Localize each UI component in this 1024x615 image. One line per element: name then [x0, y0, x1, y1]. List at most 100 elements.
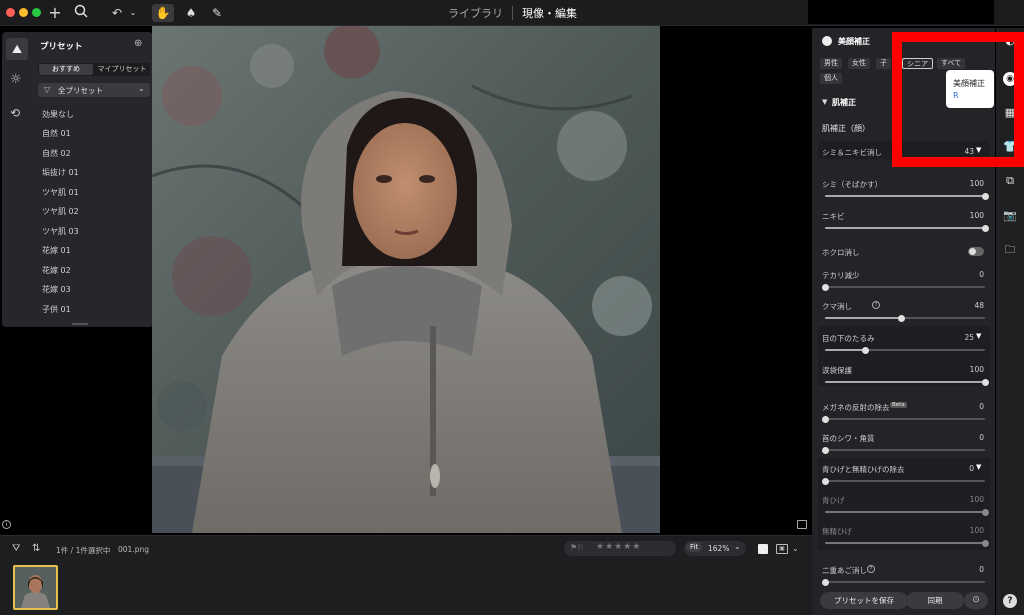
thumbnail-image: [15, 567, 56, 608]
slider-fill: [825, 227, 985, 229]
slider-track[interactable]: [825, 449, 985, 451]
toggle-knob: [969, 248, 976, 255]
slider-handle[interactable]: [981, 539, 989, 547]
window-zoom-button[interactable]: [32, 8, 41, 17]
info-icon[interactable]: i: [2, 520, 11, 529]
preset-item[interactable]: ツヤ肌 01: [42, 187, 79, 198]
folder-settings-icon[interactable]: 🗀: [1003, 243, 1017, 257]
adjust-sun-icon[interactable]: ☼: [10, 72, 22, 87]
preset-panel-title: プリセット: [40, 42, 83, 52]
control-label: シミ（そばかす）: [822, 180, 883, 189]
preset-filter-dropdown[interactable]: ▽ 全プリセット ⌄: [38, 83, 150, 97]
tab-recommended[interactable]: おすすめ: [39, 64, 93, 75]
healing-brush-icon[interactable]: ✎: [208, 4, 226, 22]
sync-settings-icon[interactable]: ⊙: [964, 592, 988, 609]
control-label: 涙袋保護: [822, 366, 852, 375]
tab-my-presets[interactable]: マイプリセット: [95, 64, 149, 75]
chevron-down-icon: ⌄: [138, 84, 145, 93]
preset-mountain-icon[interactable]: ⛰: [6, 38, 28, 60]
stamp-tool-icon[interactable]: ♠: [182, 4, 200, 22]
slider-track[interactable]: [825, 581, 985, 583]
add-preset-icon[interactable]: ⊕: [134, 38, 142, 49]
sort-icon[interactable]: ⇅: [32, 543, 40, 554]
history-icon[interactable]: ⟲: [10, 106, 20, 120]
preset-item[interactable]: 効果なし: [42, 109, 74, 120]
help-icon[interactable]: ?: [1003, 594, 1017, 608]
control-label: 首のシワ・角質: [822, 434, 875, 443]
flag-icon[interactable]: ⚑⚐: [570, 543, 584, 552]
chip-male[interactable]: 男性: [820, 58, 842, 69]
chevron-down-icon[interactable]: ⌄: [792, 544, 799, 553]
preset-tabs: おすすめ マイプリセット: [38, 63, 150, 76]
control-label: 目の下のたるみ: [822, 334, 875, 343]
fit-button[interactable]: Fit: [686, 542, 703, 552]
sync-button[interactable]: 同期: [906, 592, 964, 609]
preset-item[interactable]: 自然 01: [42, 128, 71, 139]
preset-item[interactable]: 花嫁 01: [42, 245, 71, 256]
control-label: シミ＆ニキビ消し: [822, 148, 882, 157]
camera-icon[interactable]: 📷: [1003, 209, 1017, 223]
preset-item[interactable]: 自然 02: [42, 148, 71, 159]
chip-child[interactable]: 子: [876, 58, 891, 69]
preset-item[interactable]: 花嫁 03: [42, 284, 71, 295]
single-view-icon[interactable]: [758, 544, 768, 554]
slider-handle[interactable]: [821, 477, 829, 485]
slider-handle[interactable]: [821, 283, 829, 291]
slider-handle[interactable]: [981, 224, 989, 232]
chip-female[interactable]: 女性: [848, 58, 870, 69]
caret-down-icon[interactable]: ▼: [976, 463, 981, 471]
preset-item[interactable]: ツヤ肌 02: [42, 206, 79, 217]
crop-tool-icon[interactable]: ⧉: [1003, 174, 1017, 188]
preset-item[interactable]: 花嫁 02: [42, 265, 71, 276]
caret-down-icon[interactable]: ▼: [976, 332, 981, 340]
mole-removal-toggle[interactable]: [968, 247, 984, 256]
slider-handle[interactable]: [981, 508, 989, 516]
filter-icon[interactable]: ⛛: [12, 543, 20, 554]
save-preset-button[interactable]: プリセットを保存: [820, 592, 908, 609]
add-icon[interactable]: +: [46, 4, 64, 22]
slider-track[interactable]: [825, 418, 985, 420]
tab-develop-edit[interactable]: 現像・編集: [522, 5, 577, 21]
help-circle-icon[interactable]: ?: [872, 301, 880, 309]
hand-tool-icon[interactable]: ✋: [152, 4, 174, 22]
photo-canvas[interactable]: [152, 26, 660, 533]
zoom-control[interactable]: Fit 162% ⌄: [684, 541, 746, 556]
slider-handle[interactable]: [821, 578, 829, 586]
tab-library[interactable]: ライブラリ: [448, 5, 503, 21]
slider-track[interactable]: [825, 480, 985, 482]
section-caret-icon[interactable]: ▼: [822, 98, 827, 106]
scroll-indicator[interactable]: [72, 323, 88, 325]
search-icon[interactable]: [72, 4, 90, 22]
control-label: 無精ひげ: [822, 527, 852, 536]
window-close-button[interactable]: [6, 8, 15, 17]
slider-handle[interactable]: [981, 378, 989, 386]
control-row: 無精ひげ 100: [812, 524, 995, 552]
preset-item[interactable]: ツヤ肌 03: [42, 226, 79, 237]
preset-item[interactable]: 子供 01: [42, 304, 71, 315]
control-row: 目の下のたるみ 25 ▼: [812, 331, 995, 359]
control-value: 100: [969, 179, 984, 188]
star-rating-icon[interactable]: ★★★★★: [596, 542, 641, 552]
control-label: メガネの反射の除去: [822, 403, 890, 412]
slider-handle[interactable]: [861, 346, 869, 354]
slider-track[interactable]: [825, 286, 985, 288]
control-row: 涙袋保護 100: [812, 363, 995, 391]
control-row: ニキビ 100: [812, 209, 995, 237]
book-view-icon[interactable]: [797, 520, 807, 529]
slider-handle[interactable]: [821, 415, 829, 423]
chip-individual[interactable]: 個人: [820, 73, 842, 84]
control-row: クマ消し 48: [812, 299, 995, 327]
slider-handle[interactable]: [821, 446, 829, 454]
slider-handle[interactable]: [981, 192, 989, 200]
control-label: ニキビ: [822, 212, 845, 221]
slider-handle[interactable]: [898, 314, 906, 322]
selection-count: 1件 / 1件選択中: [56, 546, 111, 555]
compare-view-icon[interactable]: ▣: [776, 544, 788, 554]
help-circle-icon[interactable]: ?: [867, 565, 875, 573]
thumbnail[interactable]: [13, 565, 58, 610]
control-value: 48: [974, 301, 984, 310]
window-minimize-button[interactable]: [19, 8, 28, 17]
section-title[interactable]: 肌補正: [832, 97, 856, 108]
preset-item[interactable]: 垢抜け 01: [42, 167, 79, 178]
undo-history-chevron-icon[interactable]: ⌄: [124, 4, 142, 22]
